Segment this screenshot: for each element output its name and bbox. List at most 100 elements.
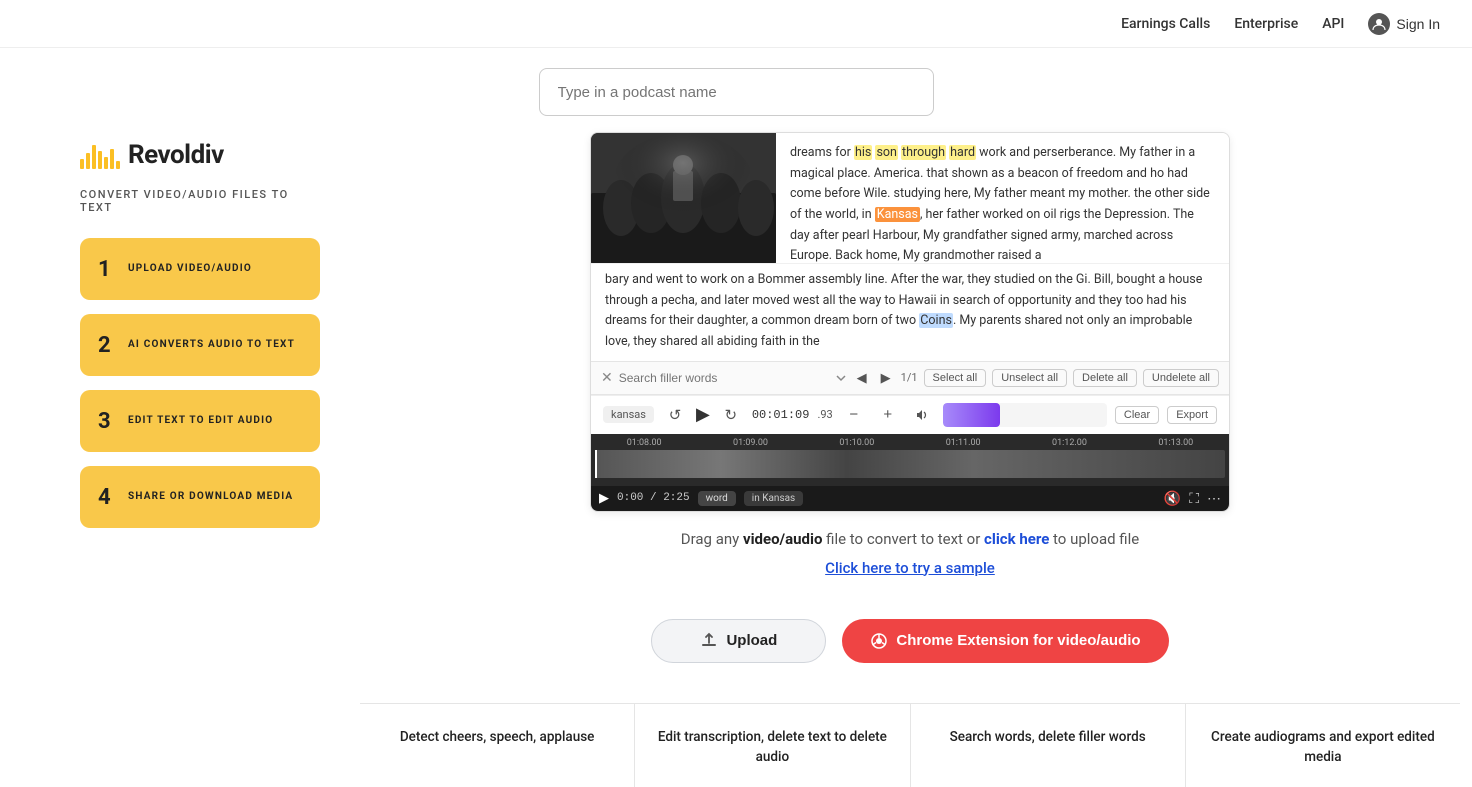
feature-title-2: Search words, delete filler words bbox=[950, 729, 1146, 745]
drag-text: Drag any video/audio file to convert to … bbox=[681, 530, 1139, 548]
transcript-area: dreams for his son through hard work and… bbox=[591, 133, 1229, 263]
user-avatar-icon bbox=[1368, 13, 1390, 35]
unselect-all-button[interactable]: Unselect all bbox=[992, 369, 1067, 387]
timeline-waveform[interactable] bbox=[595, 450, 1225, 478]
editor-box: dreams for his son through hard work and… bbox=[590, 132, 1230, 512]
dropdown-icon bbox=[835, 372, 847, 384]
drag-text-middle: file to convert to text or bbox=[822, 530, 984, 548]
export-button[interactable]: Export bbox=[1167, 406, 1217, 424]
delete-all-button[interactable]: Delete all bbox=[1073, 369, 1137, 387]
drag-text-before: Drag any bbox=[681, 530, 743, 548]
tl-label-2: 01:10.00 bbox=[804, 438, 910, 448]
timeline-playhead bbox=[595, 450, 597, 478]
chrome-icon bbox=[870, 632, 888, 650]
video-more-button[interactable]: ⋯ bbox=[1207, 490, 1221, 507]
nav-links: Earnings Calls Enterprise API Sign In bbox=[1121, 13, 1440, 35]
video-controls-right: 🔇 ⛶ ⋯ bbox=[1164, 490, 1221, 507]
volume-icon-button[interactable] bbox=[909, 402, 935, 428]
video-play-button[interactable]: ▶ bbox=[599, 490, 609, 506]
step-2-label: AI Converts Audio to Text bbox=[128, 338, 295, 352]
chrome-extension-button[interactable]: Chrome Extension for video/audio bbox=[842, 619, 1168, 663]
sign-in-button[interactable]: Sign In bbox=[1368, 13, 1440, 35]
search-close-button[interactable]: ✕ bbox=[601, 369, 613, 386]
left-panel: Revoldiv Convert video/audio files to te… bbox=[80, 132, 320, 542]
video-controls-row: ▶ 0:00 / 2:25 word in Kansas 🔇 ⛶ ⋯ bbox=[591, 486, 1229, 511]
search-prev-button[interactable]: ◀ bbox=[853, 368, 871, 388]
video-word-chip2: in Kansas bbox=[744, 491, 803, 506]
video-thumbnail bbox=[591, 133, 776, 263]
feature-card-0: Detect cheers, speech, applause bbox=[360, 704, 635, 787]
step-2: 2 AI Converts Audio to Text bbox=[80, 314, 320, 376]
editor-search-input[interactable] bbox=[619, 371, 829, 385]
step-2-number: 2 bbox=[98, 333, 118, 358]
earnings-calls-link[interactable]: Earnings Calls bbox=[1121, 16, 1210, 32]
feature-title-0: Detect cheers, speech, applause bbox=[400, 729, 595, 745]
drag-text-after: to upload file bbox=[1049, 530, 1139, 548]
video-fullscreen-button[interactable]: ⛶ bbox=[1189, 490, 1199, 507]
bar7 bbox=[116, 161, 120, 169]
click-here-link[interactable]: click here bbox=[984, 530, 1049, 548]
drag-text-bold: video/audio bbox=[743, 530, 822, 548]
upload-icon bbox=[700, 632, 718, 650]
editor-search-bar: ✕ ◀ ▶ 1/1 Select all Unselect all Delete… bbox=[591, 361, 1229, 395]
feature-title-3: Create audiograms and export edited medi… bbox=[1211, 729, 1435, 766]
clear-button[interactable]: Clear bbox=[1115, 406, 1159, 424]
highlight-hard: hard bbox=[949, 145, 976, 160]
podcast-search-input[interactable] bbox=[539, 68, 934, 116]
waveform-container[interactable] bbox=[943, 403, 1107, 427]
step-4: 4 Share or Download Media bbox=[80, 466, 320, 528]
step-3: 3 Edit Text to Edit Audio bbox=[80, 390, 320, 452]
action-buttons: Upload Chrome Extension for video/audio bbox=[651, 619, 1168, 663]
feature-card-2: Search words, delete filler words bbox=[911, 704, 1186, 787]
undelete-all-button[interactable]: Undelete all bbox=[1143, 369, 1219, 387]
step-1: 1 Upload Video/Audio bbox=[80, 238, 320, 300]
video-time: 0:00 / 2:25 bbox=[617, 492, 690, 504]
bar2 bbox=[86, 153, 90, 169]
feature-card-3: Create audiograms and export edited medi… bbox=[1186, 704, 1460, 787]
bar3 bbox=[92, 145, 96, 169]
volume-up-button[interactable]: + bbox=[875, 402, 901, 428]
step-1-number: 1 bbox=[98, 257, 118, 282]
highlight-through: through bbox=[901, 145, 946, 160]
highlight-son: son bbox=[875, 145, 897, 160]
sample-link[interactable]: Click here to try a sample bbox=[825, 559, 995, 577]
tl-label-4: 01:12.00 bbox=[1016, 438, 1122, 448]
upload-button[interactable]: Upload bbox=[651, 619, 826, 663]
logo-area: Revoldiv bbox=[80, 140, 320, 170]
rewind-button[interactable]: ↺ bbox=[662, 402, 688, 428]
logo-bars-icon bbox=[80, 141, 120, 169]
feature-title-1: Edit transcription, delete text to delet… bbox=[658, 729, 887, 766]
audio-controls-bar: kansas ↺ ▶ ↻ 00:01:09 .93 − + Clear Expo… bbox=[591, 395, 1229, 434]
transcript-line2: bary and went to work on a Bommer assemb… bbox=[591, 263, 1229, 361]
step-1-label: Upload Video/Audio bbox=[128, 262, 252, 276]
bar1 bbox=[80, 159, 84, 169]
tl-label-1: 01:09.00 bbox=[697, 438, 803, 448]
step-3-label: Edit Text to Edit Audio bbox=[128, 414, 273, 428]
play-button[interactable]: ▶ bbox=[696, 404, 710, 425]
main-content: Revoldiv Convert video/audio files to te… bbox=[0, 132, 1472, 787]
search-next-button[interactable]: ▶ bbox=[877, 368, 895, 388]
volume-down-button[interactable]: − bbox=[841, 402, 867, 428]
enterprise-link[interactable]: Enterprise bbox=[1234, 16, 1298, 32]
timeline-container: 01:08.00 01:09.00 01:10.00 01:11.00 01:1… bbox=[591, 434, 1229, 486]
fast-forward-button[interactable]: ↻ bbox=[718, 402, 744, 428]
video-word-chip1: word bbox=[698, 491, 736, 506]
search-counter: 1/1 bbox=[901, 371, 918, 384]
tl-label-0: 01:08.00 bbox=[591, 438, 697, 448]
waveform-fill bbox=[943, 403, 1000, 427]
highlight-coins: Coins bbox=[919, 313, 953, 328]
select-all-button[interactable]: Select all bbox=[924, 369, 987, 387]
transcript-text: dreams for his son through hard work and… bbox=[776, 133, 1229, 263]
video-mute-button[interactable]: 🔇 bbox=[1164, 490, 1181, 507]
tl-label-3: 01:11.00 bbox=[910, 438, 1016, 448]
vol-level: .93 bbox=[817, 408, 832, 421]
feature-cards: Detect cheers, speech, applause Edit tra… bbox=[360, 703, 1460, 787]
time-display: 00:01:09 bbox=[752, 408, 810, 422]
api-link[interactable]: API bbox=[1322, 16, 1344, 32]
highlight-his: his bbox=[854, 145, 872, 160]
bar4 bbox=[98, 151, 102, 169]
top-nav: Earnings Calls Enterprise API Sign In bbox=[0, 0, 1472, 48]
chrome-extension-label: Chrome Extension for video/audio bbox=[896, 632, 1140, 649]
word-badge: kansas bbox=[603, 406, 654, 423]
step-3-number: 3 bbox=[98, 409, 118, 434]
